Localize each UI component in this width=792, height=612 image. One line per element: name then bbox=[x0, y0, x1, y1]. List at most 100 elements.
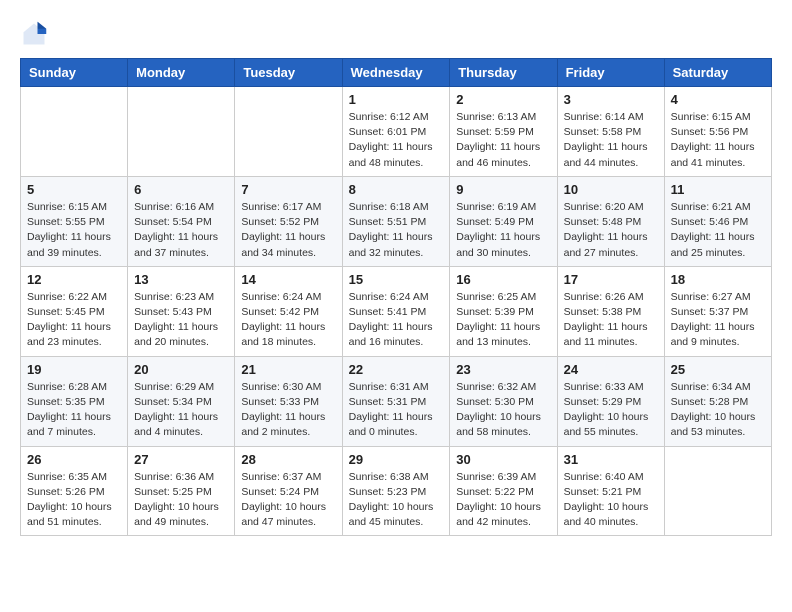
day-info: Sunrise: 6:38 AM Sunset: 5:23 PM Dayligh… bbox=[349, 470, 444, 531]
calendar-cell bbox=[21, 87, 128, 177]
weekday-header-friday: Friday bbox=[557, 59, 664, 87]
day-number: 1 bbox=[349, 92, 444, 107]
day-number: 15 bbox=[349, 272, 444, 287]
calendar-cell: 2 Sunrise: 6:13 AM Sunset: 5:59 PM Daylig… bbox=[450, 87, 557, 177]
weekday-header-wednesday: Wednesday bbox=[342, 59, 450, 87]
day-info: Sunrise: 6:17 AM Sunset: 5:52 PM Dayligh… bbox=[241, 200, 335, 261]
calendar-cell: 11 Sunrise: 6:21 AM Sunset: 5:46 PM Dayli… bbox=[664, 176, 771, 266]
calendar-cell: 29Sunrise: 6:38 AM Sunset: 5:23 PM Dayli… bbox=[342, 446, 450, 536]
calendar-cell: 14 Sunrise: 6:24 AM Sunset: 5:42 PM Dayli… bbox=[235, 266, 342, 356]
calendar-cell: 3 Sunrise: 6:14 AM Sunset: 5:58 PM Daylig… bbox=[557, 87, 664, 177]
day-number: 8 bbox=[349, 182, 444, 197]
day-number: 6 bbox=[134, 182, 228, 197]
calendar-cell: 5 Sunrise: 6:15 AM Sunset: 5:55 PM Daylig… bbox=[21, 176, 128, 266]
calendar-week-row: 5 Sunrise: 6:15 AM Sunset: 5:55 PM Daylig… bbox=[21, 176, 772, 266]
day-number: 12 bbox=[27, 272, 121, 287]
day-info: Sunrise: 6:40 AM Sunset: 5:21 PM Dayligh… bbox=[564, 470, 658, 531]
day-number: 18 bbox=[671, 272, 765, 287]
calendar-cell: 18 Sunrise: 6:27 AM Sunset: 5:37 PM Dayli… bbox=[664, 266, 771, 356]
logo-icon bbox=[20, 20, 48, 48]
day-info: Sunrise: 6:28 AM Sunset: 5:35 PM Dayligh… bbox=[27, 380, 121, 441]
day-number: 5 bbox=[27, 182, 121, 197]
calendar-cell: 13 Sunrise: 6:23 AM Sunset: 5:43 PM Dayli… bbox=[128, 266, 235, 356]
day-info: Sunrise: 6:22 AM Sunset: 5:45 PM Dayligh… bbox=[27, 290, 121, 351]
calendar-cell: 27 Sunrise: 6:36 AM Sunset: 5:25 PM Dayli… bbox=[128, 446, 235, 536]
day-info: Sunrise: 6:27 AM Sunset: 5:37 PM Dayligh… bbox=[671, 290, 765, 351]
calendar-cell bbox=[664, 446, 771, 536]
calendar-cell bbox=[128, 87, 235, 177]
day-number: 10 bbox=[564, 182, 658, 197]
day-info: Sunrise: 6:34 AM Sunset: 5:28 PM Dayligh… bbox=[671, 380, 765, 441]
day-info: Sunrise: 6:15 AM Sunset: 5:55 PM Dayligh… bbox=[27, 200, 121, 261]
day-info: Sunrise: 6:24 AM Sunset: 5:42 PM Dayligh… bbox=[241, 290, 335, 351]
day-number: 20 bbox=[134, 362, 228, 377]
day-number: 19 bbox=[27, 362, 121, 377]
day-number: 25 bbox=[671, 362, 765, 377]
day-number: 17 bbox=[564, 272, 658, 287]
calendar-cell: 31Sunrise: 6:40 AM Sunset: 5:21 PM Dayli… bbox=[557, 446, 664, 536]
day-info: Sunrise: 6:33 AM Sunset: 5:29 PM Dayligh… bbox=[564, 380, 658, 441]
calendar-cell: 25 Sunrise: 6:34 AM Sunset: 5:28 PM Dayli… bbox=[664, 356, 771, 446]
day-number: 26 bbox=[27, 452, 121, 467]
calendar-week-row: 26 Sunrise: 6:35 AM Sunset: 5:26 PM Dayli… bbox=[21, 446, 772, 536]
day-info: Sunrise: 6:26 AM Sunset: 5:38 PM Dayligh… bbox=[564, 290, 658, 351]
weekday-header-thursday: Thursday bbox=[450, 59, 557, 87]
day-info: Sunrise: 6:21 AM Sunset: 5:46 PM Dayligh… bbox=[671, 200, 765, 261]
day-number: 27 bbox=[134, 452, 228, 467]
day-info: Sunrise: 6:24 AM Sunset: 5:41 PM Dayligh… bbox=[349, 290, 444, 351]
day-info: Sunrise: 6:31 AM Sunset: 5:31 PM Dayligh… bbox=[349, 380, 444, 441]
logo bbox=[20, 20, 52, 48]
calendar-header-row: SundayMondayTuesdayWednesdayThursdayFrid… bbox=[21, 59, 772, 87]
calendar-cell: 1Sunrise: 6:12 AM Sunset: 6:01 PM Daylig… bbox=[342, 87, 450, 177]
calendar-week-row: 12 Sunrise: 6:22 AM Sunset: 5:45 PM Dayli… bbox=[21, 266, 772, 356]
day-info: Sunrise: 6:39 AM Sunset: 5:22 PM Dayligh… bbox=[456, 470, 550, 531]
calendar-week-row: 19 Sunrise: 6:28 AM Sunset: 5:35 PM Dayli… bbox=[21, 356, 772, 446]
day-number: 30 bbox=[456, 452, 550, 467]
day-number: 3 bbox=[564, 92, 658, 107]
calendar-cell: 9 Sunrise: 6:19 AM Sunset: 5:49 PM Daylig… bbox=[450, 176, 557, 266]
calendar-cell: 22Sunrise: 6:31 AM Sunset: 5:31 PM Dayli… bbox=[342, 356, 450, 446]
page-header bbox=[20, 20, 772, 48]
day-number: 4 bbox=[671, 92, 765, 107]
day-number: 16 bbox=[456, 272, 550, 287]
day-number: 13 bbox=[134, 272, 228, 287]
day-number: 2 bbox=[456, 92, 550, 107]
calendar-cell: 12 Sunrise: 6:22 AM Sunset: 5:45 PM Dayli… bbox=[21, 266, 128, 356]
day-info: Sunrise: 6:29 AM Sunset: 5:34 PM Dayligh… bbox=[134, 380, 228, 441]
day-info: Sunrise: 6:37 AM Sunset: 5:24 PM Dayligh… bbox=[241, 470, 335, 531]
calendar-cell bbox=[235, 87, 342, 177]
calendar-cell: 6 Sunrise: 6:16 AM Sunset: 5:54 PM Daylig… bbox=[128, 176, 235, 266]
day-number: 11 bbox=[671, 182, 765, 197]
day-info: Sunrise: 6:20 AM Sunset: 5:48 PM Dayligh… bbox=[564, 200, 658, 261]
calendar-cell: 17 Sunrise: 6:26 AM Sunset: 5:38 PM Dayli… bbox=[557, 266, 664, 356]
day-info: Sunrise: 6:32 AM Sunset: 5:30 PM Dayligh… bbox=[456, 380, 550, 441]
day-number: 28 bbox=[241, 452, 335, 467]
day-number: 14 bbox=[241, 272, 335, 287]
day-info: Sunrise: 6:25 AM Sunset: 5:39 PM Dayligh… bbox=[456, 290, 550, 351]
weekday-header-tuesday: Tuesday bbox=[235, 59, 342, 87]
day-info: Sunrise: 6:36 AM Sunset: 5:25 PM Dayligh… bbox=[134, 470, 228, 531]
day-info: Sunrise: 6:23 AM Sunset: 5:43 PM Dayligh… bbox=[134, 290, 228, 351]
calendar-cell: 30 Sunrise: 6:39 AM Sunset: 5:22 PM Dayli… bbox=[450, 446, 557, 536]
calendar-cell: 19 Sunrise: 6:28 AM Sunset: 5:35 PM Dayli… bbox=[21, 356, 128, 446]
calendar-cell: 28 Sunrise: 6:37 AM Sunset: 5:24 PM Dayli… bbox=[235, 446, 342, 536]
day-info: Sunrise: 6:13 AM Sunset: 5:59 PM Dayligh… bbox=[456, 110, 550, 171]
weekday-header-saturday: Saturday bbox=[664, 59, 771, 87]
day-number: 24 bbox=[564, 362, 658, 377]
day-info: Sunrise: 6:35 AM Sunset: 5:26 PM Dayligh… bbox=[27, 470, 121, 531]
day-number: 21 bbox=[241, 362, 335, 377]
calendar-cell: 20 Sunrise: 6:29 AM Sunset: 5:34 PM Dayli… bbox=[128, 356, 235, 446]
day-number: 9 bbox=[456, 182, 550, 197]
day-info: Sunrise: 6:19 AM Sunset: 5:49 PM Dayligh… bbox=[456, 200, 550, 261]
calendar-cell: 16 Sunrise: 6:25 AM Sunset: 5:39 PM Dayli… bbox=[450, 266, 557, 356]
calendar-cell: 21Sunrise: 6:30 AM Sunset: 5:33 PM Dayli… bbox=[235, 356, 342, 446]
day-info: Sunrise: 6:16 AM Sunset: 5:54 PM Dayligh… bbox=[134, 200, 228, 261]
calendar-cell: 4Sunrise: 6:15 AM Sunset: 5:56 PM Daylig… bbox=[664, 87, 771, 177]
calendar-cell: 15 Sunrise: 6:24 AM Sunset: 5:41 PM Dayli… bbox=[342, 266, 450, 356]
calendar-table: SundayMondayTuesdayWednesdayThursdayFrid… bbox=[20, 58, 772, 536]
weekday-header-monday: Monday bbox=[128, 59, 235, 87]
calendar-cell: 26 Sunrise: 6:35 AM Sunset: 5:26 PM Dayli… bbox=[21, 446, 128, 536]
calendar-cell: 7Sunrise: 6:17 AM Sunset: 5:52 PM Daylig… bbox=[235, 176, 342, 266]
calendar-cell: 8Sunrise: 6:18 AM Sunset: 5:51 PM Daylig… bbox=[342, 176, 450, 266]
day-info: Sunrise: 6:14 AM Sunset: 5:58 PM Dayligh… bbox=[564, 110, 658, 171]
